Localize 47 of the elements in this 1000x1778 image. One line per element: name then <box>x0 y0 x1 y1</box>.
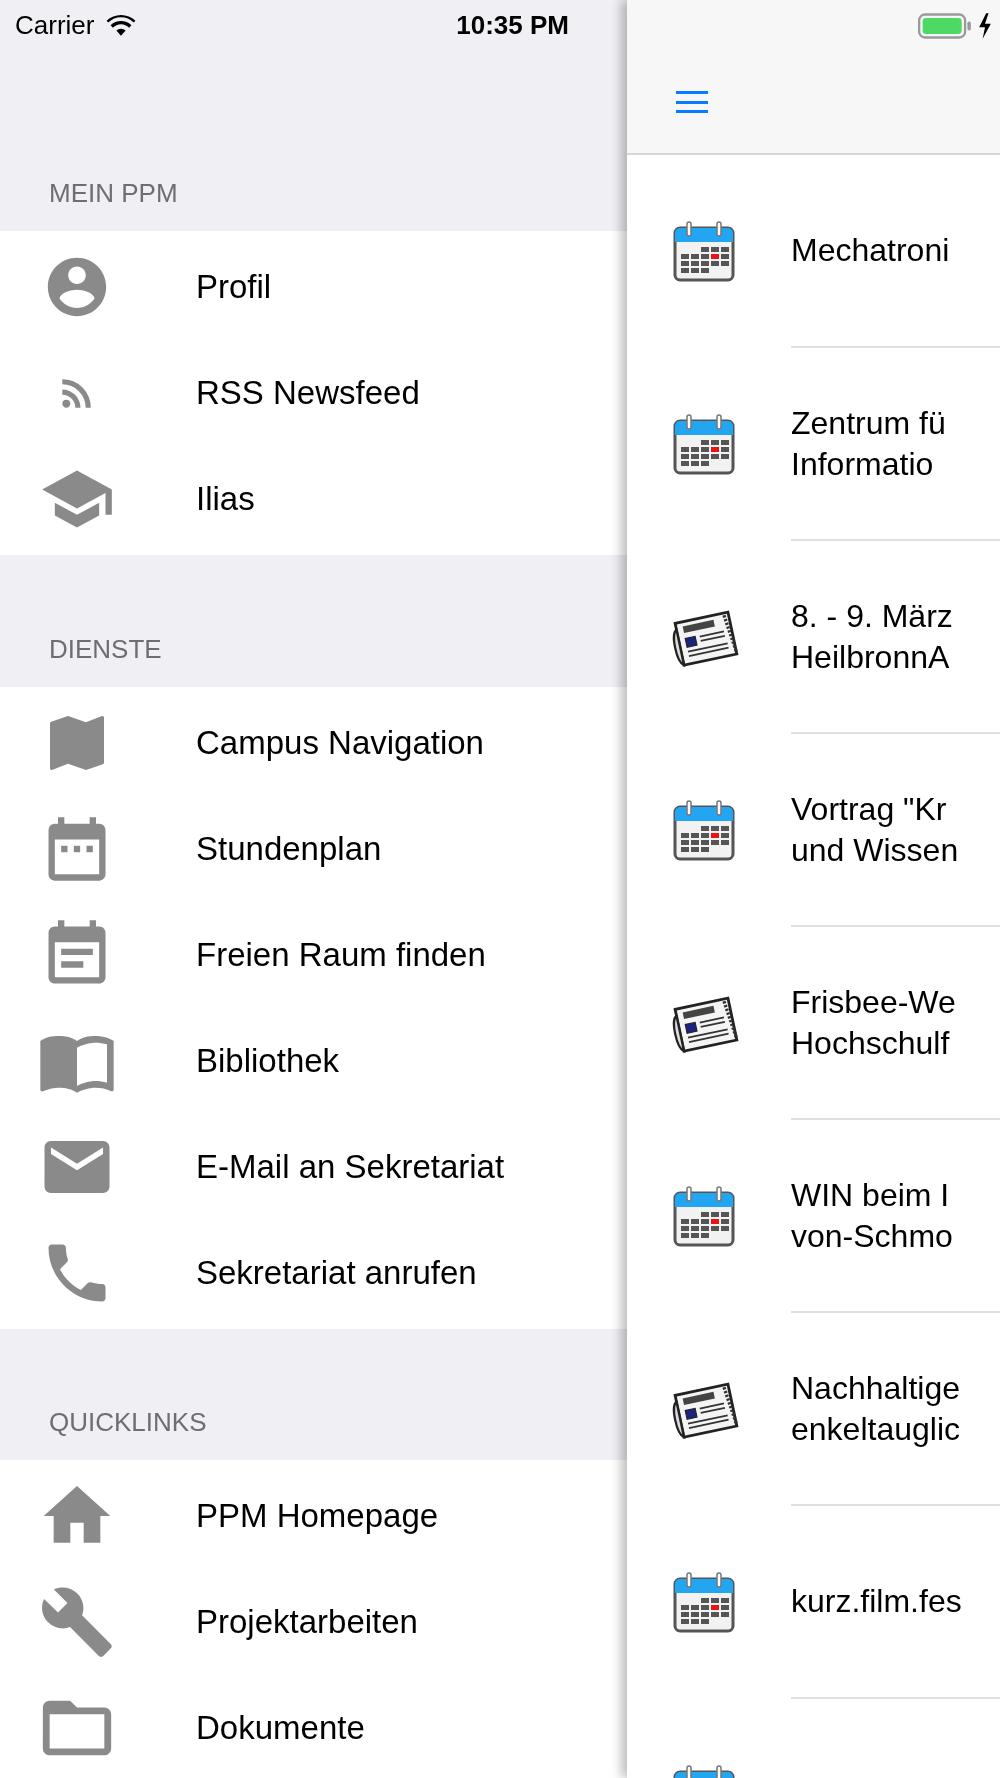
calendar-icon <box>672 412 736 477</box>
battery-icon <box>918 12 972 39</box>
feed-title: Mechatroni <box>791 231 951 270</box>
section-header: DIENSTE <box>49 633 162 666</box>
feed-item[interactable]: WIN beim I von-Schmo <box>627 1120 1000 1313</box>
feed-title: WIN beim I <box>791 1175 951 1215</box>
menu-item[interactable]: Profil <box>0 234 627 340</box>
feed-title: 8. - 9. März <box>791 596 954 636</box>
feed-title: Frisbee-We <box>791 982 957 1022</box>
feed-item[interactable]: kurz.film.fes <box>627 1506 1000 1699</box>
menu-item[interactable]: Freien Raum finden <box>0 902 627 1008</box>
menu-item[interactable]: Sekretariat anrufen <box>0 1220 627 1326</box>
feed-title: und Wissen <box>791 830 960 870</box>
menu-item[interactable]: Ilias <box>0 446 627 552</box>
feed-item[interactable]: Frisbee-We Hochschulf <box>627 927 1000 1120</box>
calendar-icon <box>672 1570 736 1635</box>
feed-item[interactable]: Nachhaltige enkeltauglic <box>627 1313 1000 1506</box>
menu-item[interactable]: PPM Homepage <box>0 1463 627 1569</box>
calendar-icon <box>672 1184 736 1249</box>
menu-item[interactable]: Dokumente <box>0 1675 627 1778</box>
wrench-icon <box>39 1584 115 1660</box>
feed-item[interactable]: 8. - 9. März HeilbronnA <box>627 541 1000 734</box>
menu-item[interactable]: RSS Newsfeed <box>0 340 627 446</box>
feed-title: Hochschulf <box>791 1023 951 1063</box>
clock-time: 10:35 PM <box>456 9 569 42</box>
feed-title: Vortrag "Kr <box>791 789 948 829</box>
feed-title: von-Schmo <box>791 1216 954 1256</box>
menu-item[interactable]: Projektarbeiten <box>0 1569 627 1675</box>
calendar-icon <box>672 798 736 863</box>
feed-item[interactable]: Vortrag "Kr und Wissen <box>627 734 1000 927</box>
menu-button[interactable] <box>676 88 708 116</box>
feed-title: kurz.film.fes <box>791 1582 963 1621</box>
feed-title: Nachhaltige <box>791 1368 961 1408</box>
carrier-label: Carrier <box>15 9 95 42</box>
feed-title: HeilbronnA <box>791 637 951 677</box>
feed-item[interactable]: Zentrum fü Informatio <box>627 348 1000 541</box>
calendar-icon <box>672 219 736 284</box>
section-header: QUICKLINKS <box>49 1406 207 1439</box>
feed-title: enkeltauglic <box>791 1409 961 1449</box>
menu-item[interactable]: Campus Navigation <box>0 690 627 796</box>
menu-item[interactable]: E-Mail an Sekretariat <box>0 1114 627 1220</box>
menu-item[interactable]: Stundenplan <box>0 796 627 902</box>
feed-title: Zentrum fü <box>791 403 947 443</box>
feed-title: Informatio <box>791 444 935 484</box>
feed-item[interactable]: Mechatroni <box>627 155 1000 348</box>
section-header: MEIN PPM <box>49 177 178 210</box>
menu-item[interactable]: Bibliothek <box>0 1008 627 1114</box>
